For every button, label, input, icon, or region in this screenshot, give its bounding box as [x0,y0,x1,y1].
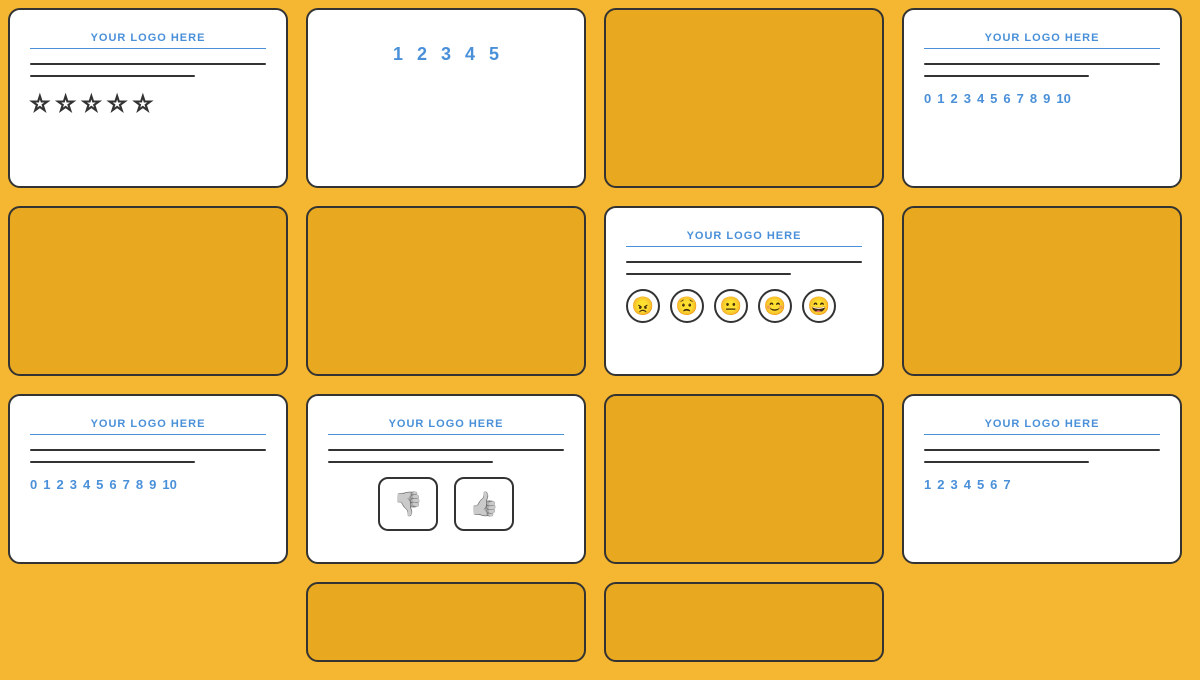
emoji-neutral: 😐 [714,289,748,323]
thumbs-down-box: 👎 [378,477,438,531]
card-logo-emoji: YOUR LOGO HERE 😠 😟 😐 😊 😄 [604,206,884,376]
card-logo-thumbs: YOUR LOGO HERE 👎 👍 [306,394,586,564]
card-golden-4 [604,8,884,188]
logo-text-3: YOUR LOGO HERE [30,418,266,435]
logo-text-4: YOUR LOGO HERE [328,418,564,435]
emoji-happy: 😊 [758,289,792,323]
card-golden-1 [8,206,288,376]
star-rating: ☆ ☆ ☆ ☆ ☆ [30,91,266,117]
star-4: ☆ [107,91,127,117]
emoji-sad: 😟 [670,289,704,323]
emoji-very-happy: 😄 [802,289,836,323]
thumbs-up-icon: 👍 [469,490,499,519]
card-golden-3 [306,582,586,662]
card-golden-2 [306,206,586,376]
scale-0-10-a: 0 1 2 3 4 5 6 7 8 9 10 [30,477,266,492]
star-2: ☆ [56,91,76,117]
card-divider-2 [30,75,195,77]
thumbs-up-box: 👍 [454,477,514,531]
card-divider-1 [30,63,266,65]
card-logo-scale-1-7: YOUR LOGO HERE 1 2 3 4 5 6 7 [902,394,1182,564]
scale-1-7: 1 2 3 4 5 6 7 [924,477,1160,492]
card-logo-scale-0-10-a: YOUR LOGO HERE 0 1 2 3 4 5 6 7 8 9 10 [8,394,288,564]
logo-text-6: YOUR LOGO HERE [924,32,1160,49]
card-divider-9 [626,261,862,263]
card-divider-11 [924,63,1160,65]
card-divider-6 [30,461,195,463]
card-divider-8 [328,461,493,463]
card-golden-7 [902,206,1182,376]
scale-1-5: 1 2 3 4 5 [328,44,564,65]
card-divider-10 [626,273,791,275]
star-3: ☆ [81,91,101,117]
card-golden-5 [604,394,884,564]
logo-text-5: YOUR LOGO HERE [626,230,862,247]
card-divider-12 [924,75,1089,77]
star-1: ☆ [30,91,50,117]
emoji-angry: 😠 [626,289,660,323]
star-5: ☆ [133,91,153,117]
card-divider-14 [924,461,1089,463]
card-logo-stars: YOUR LOGO HERE ☆ ☆ ☆ ☆ ☆ [8,8,288,188]
card-golden-6 [604,582,884,662]
thumb-rating: 👎 👍 [328,477,564,531]
card-logo-scale-0-10-b: YOUR LOGO HERE 0 1 2 3 4 5 6 7 8 9 10 [902,8,1182,188]
card-divider-13 [924,449,1160,451]
logo-text-1: YOUR LOGO HERE [30,32,266,49]
logo-text-7: YOUR LOGO HERE [924,418,1160,435]
scale-0-10-b: 0 1 2 3 4 5 6 7 8 9 10 [924,91,1160,106]
emoji-rating: 😠 😟 😐 😊 😄 [626,289,862,323]
thumbs-down-icon: 👎 [393,490,423,519]
card-scale-1-5: 1 2 3 4 5 [306,8,586,188]
card-divider-5 [30,449,266,451]
card-divider-7 [328,449,564,451]
